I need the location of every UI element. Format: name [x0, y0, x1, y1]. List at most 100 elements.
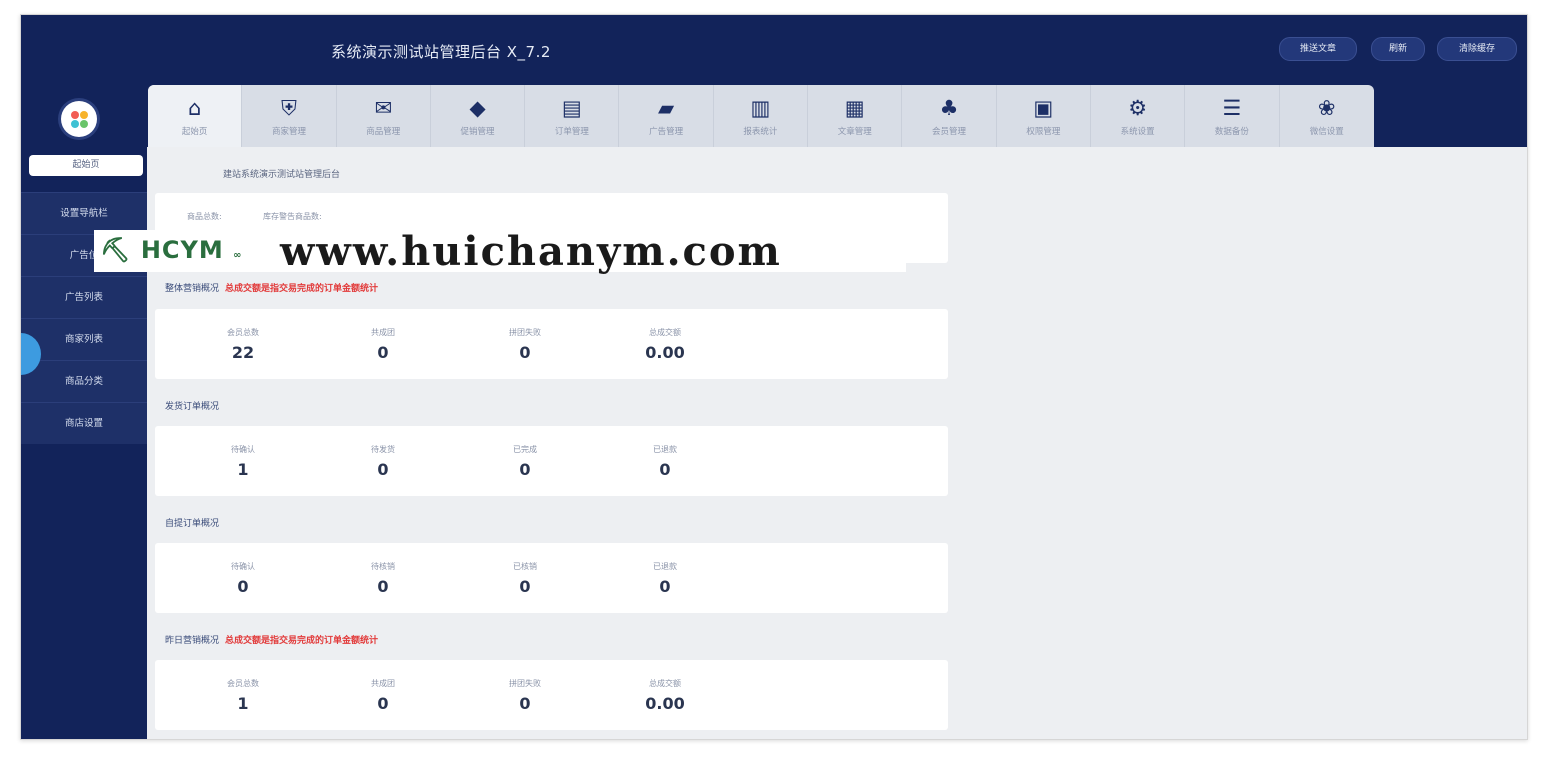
- section-title: 整体营销概况 总成交额是指交易完成的订单金额统计: [165, 281, 378, 294]
- tab-label: 商品管理: [366, 126, 401, 137]
- stat-value: 0: [377, 343, 389, 362]
- stat-label: 待核销: [371, 562, 395, 571]
- logo-dot: [71, 111, 79, 119]
- tab-permissions[interactable]: ▣ 权限管理: [997, 85, 1091, 147]
- megaphone-icon: ▰: [658, 95, 675, 120]
- stat: 待发货 0: [323, 444, 443, 479]
- stat: 已核销 0: [465, 561, 585, 596]
- stat: 待核销 0: [323, 561, 443, 596]
- sidebar-item-ad-list[interactable]: 广告列表: [21, 276, 147, 318]
- sidebar-item-store-settings[interactable]: 商店设置: [21, 402, 147, 444]
- bar-chart-icon: ▥: [750, 95, 771, 120]
- stat-value: 0: [659, 577, 671, 596]
- push-articles-button[interactable]: 推送文章: [1279, 37, 1357, 61]
- logo-dot: [80, 111, 88, 119]
- stat-value: 0: [519, 577, 531, 596]
- tab-ads[interactable]: ▰ 广告管理: [619, 85, 714, 147]
- stat: 待确认 1: [183, 444, 303, 479]
- tab-label: 起始页: [181, 126, 208, 137]
- logo-dot: [80, 120, 88, 128]
- stat-value: 0: [519, 343, 531, 362]
- sidebar-item-nav-settings[interactable]: 设置导航栏: [21, 192, 147, 234]
- watermark-banner: ⛏ HCYM ∞ www.huichanym.com: [94, 228, 906, 275]
- clear-cache-button[interactable]: 清除缓存: [1437, 37, 1517, 61]
- refresh-button[interactable]: 刷新: [1371, 37, 1425, 61]
- tab-label: 数据备份: [1214, 126, 1249, 137]
- stat-value: 0: [377, 460, 389, 479]
- stat: 待确认 0: [183, 561, 303, 596]
- stat-label: 待发货: [371, 445, 395, 454]
- wechat-icon: ❀: [1317, 95, 1336, 120]
- stat: 会员总数 1: [183, 678, 303, 713]
- stat-label: 待确认: [231, 445, 255, 454]
- tab-wechat[interactable]: ❀ 微信设置: [1280, 85, 1374, 147]
- brand-logo[interactable]: [61, 101, 97, 137]
- stat: 已退款 0: [605, 561, 725, 596]
- lock-icon: ▣: [1033, 95, 1054, 120]
- stat-value: 0: [237, 577, 249, 596]
- app-title: 系统演示测试站管理后台 X_7.2: [331, 43, 551, 61]
- tab-backup[interactable]: ☰ 数据备份: [1185, 85, 1280, 147]
- tab-articles[interactable]: ▦ 文章管理: [808, 85, 903, 147]
- section-title-text: 整体营销概况: [165, 284, 220, 294]
- stat: 已退款 0: [605, 444, 725, 479]
- stat-value: 0.00: [645, 343, 685, 362]
- section-title: 发货订单概况: [165, 399, 219, 412]
- stat-label: 拼团失败: [509, 679, 541, 688]
- stat-value: 1: [237, 460, 249, 479]
- tab-label: 文章管理: [837, 126, 872, 137]
- stat-label: 总成交额: [649, 328, 681, 337]
- clipboard-icon: ▤: [561, 95, 582, 120]
- stat-label: 拼团失败: [509, 328, 541, 337]
- main-nav: ⌂ 起始页 ⛨ 商家管理 ✉ 商品管理 ◆ 促销管理 ▤ 订单管理 ▰ 广告管理: [148, 85, 1374, 147]
- top-header: 系统演示测试站管理后台 X_7.2 推送文章 刷新 清除缓存 ⌂ 起始页 ⛨ 商…: [21, 15, 1527, 147]
- tab-label: 报表统计: [743, 126, 778, 137]
- stat: 拼团失败 0: [465, 678, 585, 713]
- app-window: 系统演示测试站管理后台 X_7.2 推送文章 刷新 清除缓存 ⌂ 起始页 ⛨ 商…: [20, 14, 1528, 740]
- watermark-url: www.huichanym.com: [280, 228, 782, 275]
- tab-label: 微信设置: [1309, 126, 1344, 137]
- breadcrumb: 建站系统演示测试站管理后台: [223, 170, 341, 180]
- database-icon: ☰: [1222, 95, 1242, 120]
- users-icon: ♣: [939, 95, 959, 120]
- section-title-text: 自提订单概况: [165, 519, 220, 529]
- delivery-card: 待确认 1 待发货 0 已完成 0 已退款 0: [155, 426, 948, 496]
- tab-merchant[interactable]: ⛨ 商家管理: [242, 85, 337, 147]
- stat: 总成交额 0.00: [605, 678, 725, 713]
- stat-value: 0: [659, 460, 671, 479]
- stat: 总成交额 0.00: [605, 327, 725, 362]
- stat-label: 已核销: [513, 562, 537, 571]
- tab-home[interactable]: ⌂ 起始页: [148, 85, 243, 147]
- tab-label: 订单管理: [554, 126, 589, 137]
- stat-label: 待确认: [231, 562, 255, 571]
- tab-label: 权限管理: [1026, 126, 1061, 137]
- stat-value: 0: [519, 460, 531, 479]
- tab-label: 广告管理: [649, 126, 684, 137]
- stat-label: 库存警告商品数:: [263, 212, 322, 221]
- section-note: 总成交额是指交易完成的订单金额统计: [225, 284, 379, 294]
- tab-members[interactable]: ♣ 会员管理: [902, 85, 997, 147]
- document-icon: ▦: [844, 95, 865, 120]
- tab-orders[interactable]: ▤ 订单管理: [525, 85, 620, 147]
- stat: 共成团 0: [323, 678, 443, 713]
- yesterday-card: 会员总数 1 共成团 0 拼团失败 0 总成交额 0.00: [155, 660, 948, 730]
- pickup-card: 待确认 0 待核销 0 已核销 0 已退款 0: [155, 543, 948, 613]
- tab-label: 系统设置: [1120, 126, 1155, 137]
- sidebar-item-categories[interactable]: 商品分类: [21, 360, 147, 402]
- tab-goods[interactable]: ✉ 商品管理: [337, 85, 431, 147]
- stat-label: 商品总数:: [187, 212, 222, 221]
- tag-icon: ◆: [469, 95, 486, 120]
- tab-label: 商家管理: [271, 126, 306, 137]
- sidebar-item-home[interactable]: 起始页: [29, 155, 143, 176]
- stat-value: 0: [377, 577, 389, 596]
- stat-value: 0: [377, 694, 389, 713]
- tab-reports[interactable]: ▥ 报表统计: [714, 85, 809, 147]
- stat-label: 共成团: [371, 328, 395, 337]
- stat: 共成团 0: [323, 327, 443, 362]
- watermark-logo-text: HCYM: [140, 236, 224, 264]
- tab-system-settings[interactable]: ⚙ 系统设置: [1091, 85, 1186, 147]
- tab-promotion[interactable]: ◆ 促销管理: [431, 85, 526, 147]
- tab-label: 会员管理: [932, 126, 967, 137]
- stat-label: 已完成: [513, 445, 537, 454]
- stat-label: 会员总数: [227, 328, 259, 337]
